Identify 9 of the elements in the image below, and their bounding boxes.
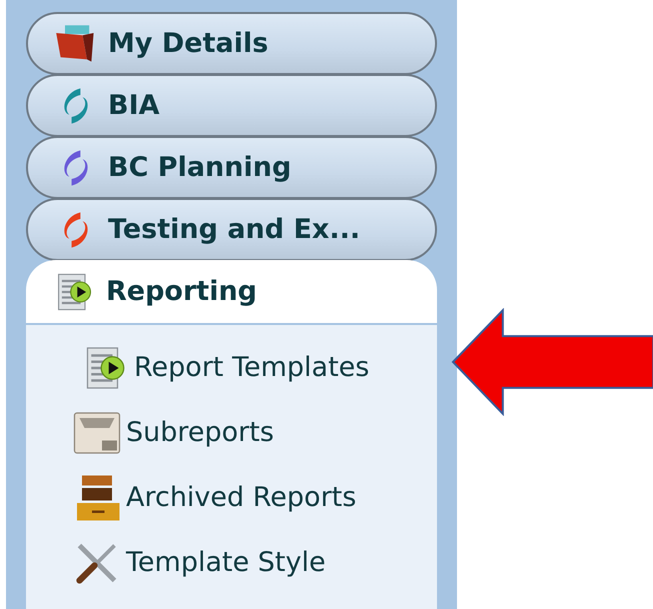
menu-button[interactable]: Testing and Ex... <box>26 198 437 261</box>
submenu-item[interactable]: Archived Reports <box>72 465 437 530</box>
submenu-item[interactable]: Template Style <box>72 530 437 595</box>
menu-button[interactable]: BIA <box>26 74 437 137</box>
menu-button[interactable]: Reporting <box>26 260 437 323</box>
menu-button[interactable]: My Details <box>26 12 437 75</box>
submenu-item[interactable]: Report Templates <box>72 335 437 400</box>
menu-button[interactable]: BC Planning <box>26 136 437 199</box>
submenu-item[interactable]: Subreports <box>72 400 437 465</box>
